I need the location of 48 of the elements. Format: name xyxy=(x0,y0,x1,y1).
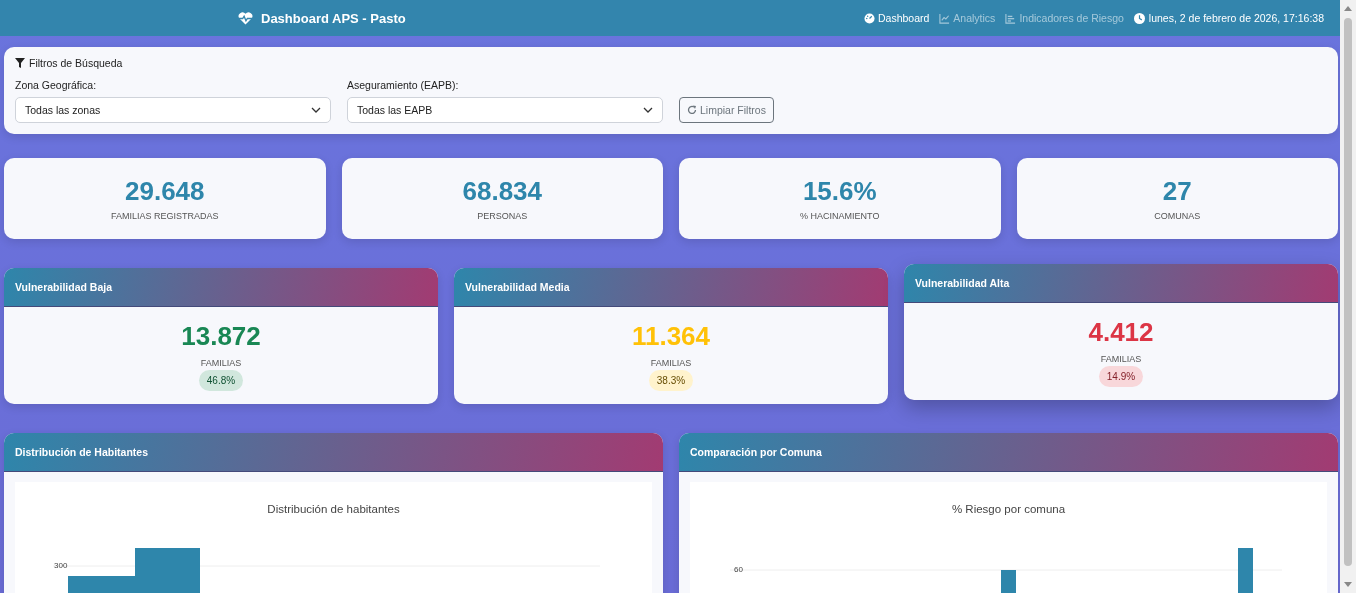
dropdown[interactable]: Todas las EAPB xyxy=(347,97,663,123)
gauge-icon xyxy=(864,12,875,24)
chart-title: Distribución de habitantes xyxy=(267,503,400,515)
clear-filters-button[interactable]: Limpiar Filtros xyxy=(679,97,774,123)
card-title: Vulnerabilidad Baja xyxy=(15,281,113,293)
count-label: FAMILIAS xyxy=(650,357,692,368)
chart-title: % Riesgo por comuna xyxy=(951,503,1066,515)
bar-chart-icon xyxy=(1005,12,1017,24)
clock-icon xyxy=(1133,12,1145,24)
chevron-down-icon xyxy=(643,107,653,113)
stat-value: 15.6% xyxy=(802,176,877,207)
axis-tick-label: 300 xyxy=(54,561,68,570)
chevron-down-icon xyxy=(311,107,321,113)
card-title: Vulnerabilidad Alta xyxy=(915,277,1010,289)
family-count: 11.364 xyxy=(631,320,711,352)
axis-tick-label: 60 xyxy=(734,565,743,574)
date-time: lunes, 2 de febrero de 2026, 17:16:38 xyxy=(1148,12,1324,24)
count-label: FAMILIAS xyxy=(1100,353,1142,364)
card-title: Vulnerabilidad Media xyxy=(465,281,570,293)
count-label: FAMILIAS xyxy=(200,357,242,368)
app-title: Dashboard APS - Pasto xyxy=(261,10,406,26)
dropdown[interactable]: Todas las zonas xyxy=(15,97,331,123)
percent-badge: 46.8% xyxy=(198,369,244,391)
field-label: Zona Geográfica: xyxy=(15,79,98,91)
card-title: Distribución de Habitantes xyxy=(15,446,149,458)
heart-pulse-icon xyxy=(238,11,253,25)
card-title: Comparación por Comuna xyxy=(690,446,822,458)
stat-label: COMUNAS xyxy=(1154,211,1201,221)
scrollbar-thumb[interactable] xyxy=(1344,18,1352,566)
scrollbar[interactable] xyxy=(1340,0,1356,593)
line-chart-icon xyxy=(939,12,951,24)
stat-value: 68.834 xyxy=(462,176,542,207)
refresh-icon xyxy=(687,105,697,115)
field-label: Aseguramiento (EAPB): xyxy=(347,79,460,91)
panel-title: Filtros de Búsqueda xyxy=(29,57,123,69)
scroll-up-icon[interactable] xyxy=(1344,5,1352,11)
stat-label: PERSONAS xyxy=(477,211,528,221)
family-count: 13.872 xyxy=(181,320,261,352)
family-count: 4.412 xyxy=(1088,316,1154,348)
percent-badge: 14.9% xyxy=(1098,365,1144,387)
scroll-down-icon[interactable] xyxy=(1344,582,1352,588)
nav-link[interactable]: Dashboard xyxy=(864,12,930,24)
percent-badge: 38.3% xyxy=(648,369,694,391)
stat-value: 29.648 xyxy=(125,176,205,207)
filter-icon xyxy=(15,58,25,68)
stat-label: FAMILIAS REGISTRADAS xyxy=(111,211,219,221)
stat-label: % HACINAMIENTO xyxy=(800,211,880,221)
stat-value: 27 xyxy=(1162,176,1192,207)
